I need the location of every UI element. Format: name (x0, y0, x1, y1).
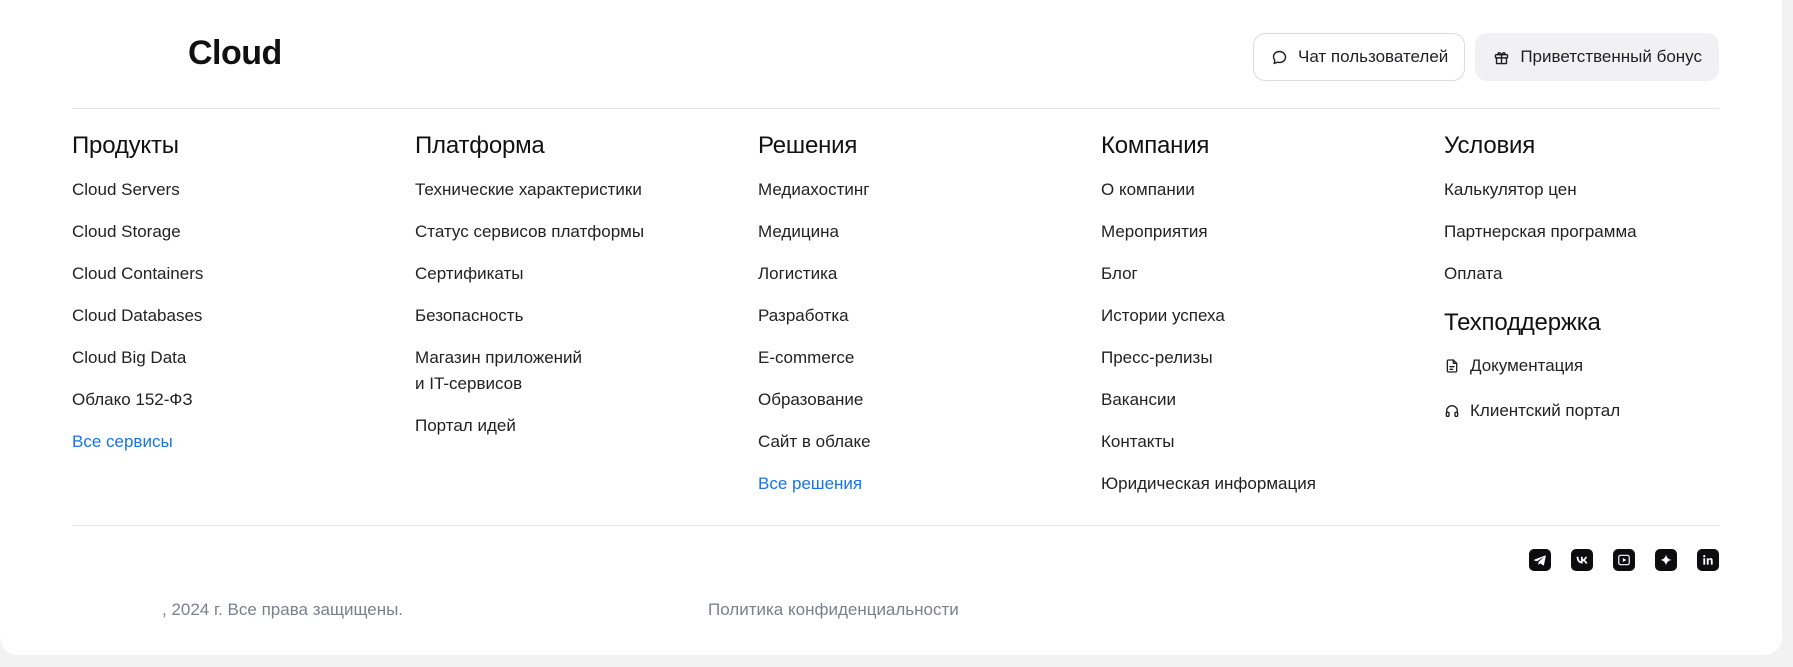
welcome-bonus-label: Приветственный бонус (1520, 47, 1702, 66)
telegram-icon (1533, 555, 1546, 566)
platform-column: Платформа Технические характеристики Ста… (415, 130, 715, 455)
platform-link[interactable]: Сертификаты (415, 261, 715, 287)
telegram-link[interactable] (1529, 549, 1551, 571)
terms-list: Калькулятор цен Партнерская программа Оп… (1444, 177, 1744, 287)
terms-heading: Условия (1444, 132, 1536, 159)
app-store-line-1: Магазин приложений (415, 348, 583, 367)
client-portal-label: Клиентский портал (1470, 401, 1621, 420)
company-link[interactable]: Мероприятия (1101, 219, 1401, 245)
solutions-heading: Решения (758, 132, 858, 159)
gift-icon (1495, 51, 1509, 64)
company-list: О компании Мероприятия Блог Истории успе… (1101, 177, 1401, 497)
company-link[interactable]: Истории успеха (1101, 303, 1401, 329)
company-column: Компания О компании Мероприятия Блог Ист… (1101, 130, 1401, 513)
platform-heading: Платформа (415, 132, 545, 159)
linkedin-link[interactable] (1697, 549, 1719, 571)
support-list: Документация Клиентский портал (1444, 353, 1744, 424)
products-link[interactable]: Облако 152-ФЗ (72, 387, 372, 413)
platform-link[interactable]: Технические характеристики (415, 177, 715, 203)
terms-link[interactable]: Калькулятор цен (1444, 177, 1744, 203)
welcome-bonus-button[interactable]: Приветственный бонус (1475, 33, 1719, 81)
platform-link[interactable]: Безопасность (415, 303, 715, 329)
document-icon (1446, 359, 1458, 373)
privacy-policy-link[interactable]: Политика конфиденциальности (708, 600, 959, 620)
app-store-line-2: и IT-сервисов (415, 374, 523, 393)
copyright-text: , 2024 г. Все права защищены. (162, 600, 404, 619)
headset-icon (1445, 405, 1459, 417)
company-link[interactable]: Блог (1101, 261, 1401, 287)
support-heading: Техподдержка (1444, 309, 1601, 336)
solutions-column: Решения Медиахостинг Медицина Логистика … (758, 130, 1058, 513)
solutions-link[interactable]: Сайт в облаке (758, 429, 1058, 455)
all-solutions-link[interactable]: Все решения (758, 471, 1058, 497)
company-heading: Компания (1101, 132, 1210, 159)
solutions-link[interactable]: E-commerce (758, 345, 1058, 371)
client-portal-link[interactable]: Клиентский портал (1444, 398, 1744, 424)
documentation-link[interactable]: Документация (1444, 353, 1744, 379)
vk-link[interactable] (1571, 549, 1593, 571)
products-list: Cloud Servers Cloud Storage Cloud Contai… (72, 177, 372, 455)
video-link[interactable] (1613, 549, 1635, 571)
vk-icon (1576, 556, 1588, 564)
footer-card: Cloud Чат пользователей Приветственный б… (0, 0, 1782, 655)
products-heading: Продукты (72, 132, 179, 159)
video-icon (1618, 554, 1630, 566)
solutions-link[interactable]: Медицина (758, 219, 1058, 245)
platform-link[interactable]: Портал идей (415, 413, 715, 439)
solutions-link[interactable]: Разработка (758, 303, 1058, 329)
user-chat-label: Чат пользователей (1297, 47, 1449, 66)
app-store-link[interactable]: Магазин приложений и IT-сервисов (415, 345, 715, 397)
company-link[interactable]: Вакансии (1101, 387, 1401, 413)
products-link[interactable]: Cloud Storage (72, 219, 372, 245)
company-link[interactable]: Пресс-релизы (1101, 345, 1401, 371)
terms-column: Условия Калькулятор цен Партнерская прог… (1444, 130, 1744, 443)
company-link[interactable]: Контакты (1101, 429, 1401, 455)
solutions-link[interactable]: Образование (758, 387, 1058, 413)
company-link[interactable]: Юридическая информация (1101, 471, 1401, 497)
chat-bubble-icon (1272, 50, 1287, 64)
company-link[interactable]: О компании (1101, 177, 1401, 203)
solutions-link[interactable]: Медиахостинг (758, 177, 1058, 203)
products-link[interactable]: Cloud Big Data (72, 345, 372, 371)
documentation-label: Документация (1470, 356, 1584, 375)
products-column: Продукты Cloud Servers Cloud Storage Clo… (72, 130, 372, 471)
user-chat-button[interactable]: Чат пользователей (1252, 33, 1466, 81)
products-link[interactable]: Cloud Containers (72, 261, 372, 287)
logo[interactable]: Cloud (188, 34, 282, 73)
header-actions: Чат пользователей Приветственный бонус (1252, 33, 1719, 81)
products-link[interactable]: Cloud Databases (72, 303, 372, 329)
dzen-link[interactable] (1655, 549, 1677, 571)
products-link[interactable]: Cloud Servers (72, 177, 372, 203)
linkedin-icon (1703, 555, 1713, 565)
social-links (1529, 549, 1719, 571)
bottom-divider (72, 525, 1719, 526)
solutions-list: Медиахостинг Медицина Логистика Разработ… (758, 177, 1058, 497)
platform-link[interactable]: Статус сервисов платформы (415, 219, 715, 245)
top-divider (72, 108, 1719, 109)
all-services-link[interactable]: Все сервисы (72, 429, 372, 455)
platform-list: Технические характеристики Статус сервис… (415, 177, 715, 439)
dzen-icon (1660, 554, 1672, 566)
terms-link[interactable]: Партнерская программа (1444, 219, 1744, 245)
solutions-link[interactable]: Логистика (758, 261, 1058, 287)
terms-link[interactable]: Оплата (1444, 261, 1744, 287)
